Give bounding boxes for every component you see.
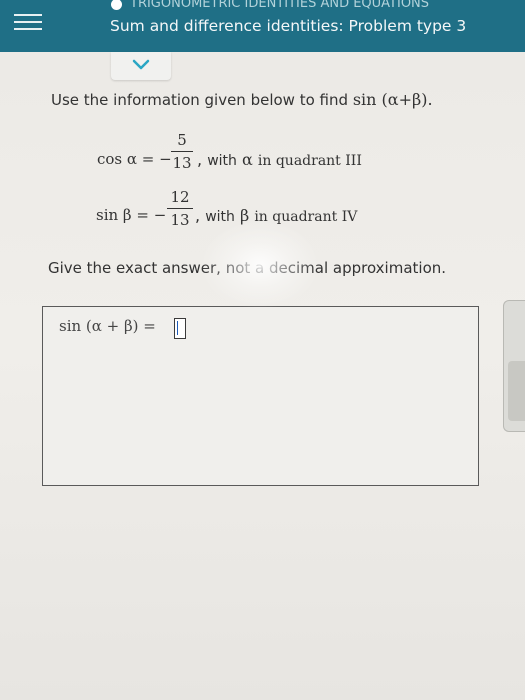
given-row-1: cos α = − (97, 149, 172, 168)
topic-status-icon (111, 0, 122, 10)
fraction-denominator: 13 (170, 211, 190, 229)
fraction-denominator: 13 (172, 154, 192, 172)
answer-input[interactable] (174, 318, 186, 339)
side-tools-handle[interactable] (508, 361, 525, 421)
fraction-numerator: 5 (177, 131, 187, 149)
instruction-text: Use the information given below to find (51, 91, 349, 109)
answer-expression: sin (α + β) = (59, 317, 156, 335)
condition-text: with (207, 153, 237, 169)
question-instruction: Use the information given below to find … (51, 90, 433, 109)
given-condition-1: , with α in quadrant III (197, 150, 362, 169)
condition-variable: β (239, 206, 250, 225)
given-row-2: sin β = − (96, 205, 166, 224)
hamburger-icon[interactable] (14, 8, 42, 36)
given-lhs: cos α = − (97, 150, 172, 168)
given-fraction: 5 13 (171, 131, 193, 172)
given-lhs: sin β = − (96, 206, 167, 224)
fraction-numerator: 12 (170, 188, 190, 206)
condition-quadrant: in quadrant IV (254, 209, 358, 225)
condition-variable: α (241, 150, 253, 169)
page-title: Sum and difference identities: Problem t… (110, 17, 467, 35)
condition-text: with (205, 209, 235, 225)
target-expression: sin (α+β). (352, 90, 433, 109)
side-tools-tab[interactable] (503, 300, 525, 432)
given-comma: , (197, 150, 203, 169)
condition-quadrant: in quadrant III (257, 153, 362, 169)
chevron-down-icon (132, 59, 150, 70)
collapse-header-button[interactable] (111, 52, 171, 80)
answer-box[interactable]: sin (α + β) = (42, 306, 479, 486)
given-condition-2: , with β in quadrant IV (195, 206, 357, 225)
exact-answer-note: Give the exact answer, not a decimal app… (48, 259, 447, 277)
app-header: TRIGONOMETRIC IDENTITIES AND EQUATIONS S… (0, 0, 525, 52)
given-comma: , (195, 206, 201, 225)
given-fraction: 12 13 (167, 188, 193, 229)
topic-label: TRIGONOMETRIC IDENTITIES AND EQUATIONS (130, 0, 430, 11)
